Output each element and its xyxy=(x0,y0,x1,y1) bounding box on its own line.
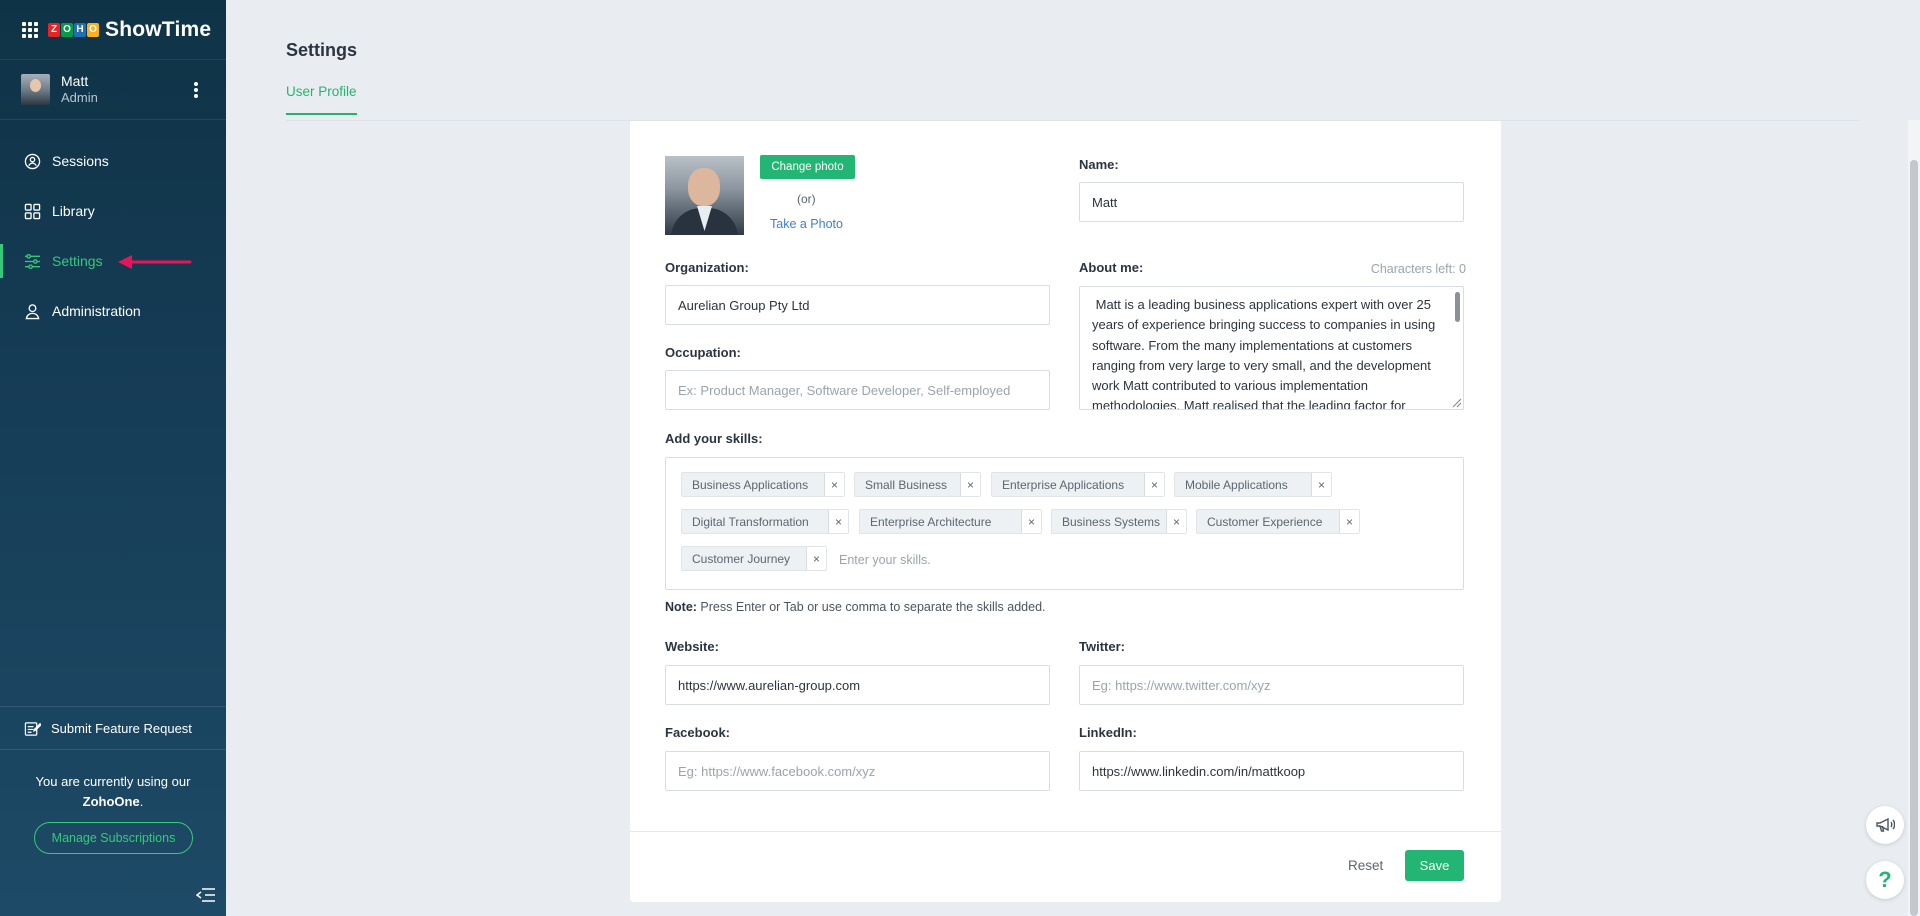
change-photo-button[interactable]: Change photo xyxy=(760,155,855,179)
more-options-icon[interactable] xyxy=(194,82,198,98)
tab-user-profile[interactable]: User Profile xyxy=(286,84,357,115)
resize-handle-icon[interactable] xyxy=(1450,396,1462,408)
brand-bar: Z O H O ShowTime xyxy=(0,0,226,60)
remove-skill-icon[interactable]: × xyxy=(960,473,980,496)
skills-input[interactable]: Business Applications × Small Business × E… xyxy=(665,457,1464,590)
skill-chip: Customer Journey × xyxy=(681,546,827,571)
annotation-arrow xyxy=(118,255,192,269)
remove-skill-icon[interactable]: × xyxy=(828,510,848,533)
user-admin-icon xyxy=(25,303,40,319)
sessions-icon xyxy=(24,153,41,169)
zoho-logo: Z O H O xyxy=(48,22,99,37)
skills-placeholder[interactable]: Enter your skills. xyxy=(839,553,931,567)
help-icon[interactable]: ? xyxy=(1866,861,1904,899)
remove-skill-icon[interactable]: × xyxy=(1166,510,1186,533)
twitter-label: Twitter: xyxy=(1079,639,1125,654)
or-text: (or) xyxy=(797,192,816,206)
remove-skill-icon[interactable]: × xyxy=(1144,473,1164,496)
skills-note: Note: Press Enter or Tab or use comma to… xyxy=(665,600,1046,614)
remove-skill-icon[interactable]: × xyxy=(824,473,844,496)
skill-chip: Customer Experience × xyxy=(1196,509,1360,534)
website-label: Website: xyxy=(665,639,719,654)
occupation-label: Occupation: xyxy=(665,345,741,360)
linkedin-field[interactable]: https://www.linkedin.com/in/mattkoop xyxy=(1079,751,1464,791)
reset-button[interactable]: Reset xyxy=(1348,858,1383,873)
library-icon xyxy=(24,203,41,219)
take-photo-link[interactable]: Take a Photo xyxy=(770,217,843,231)
app-grid-icon[interactable] xyxy=(22,21,38,38)
skills-label: Add your skills: xyxy=(665,431,763,446)
plan-prefix: You are currently using our xyxy=(35,774,191,789)
sidebar-item-label: Sessions xyxy=(52,153,109,169)
twitter-field[interactable]: Eg: https://www.twitter.com/xyz xyxy=(1079,665,1464,705)
sidebar-nav: Sessions Library Settings Administration xyxy=(0,136,226,336)
remove-skill-icon[interactable]: × xyxy=(1339,510,1359,533)
brand-name: ShowTime xyxy=(105,17,212,41)
sidebar-item-label: Library xyxy=(52,203,95,219)
remove-skill-icon[interactable]: × xyxy=(806,547,826,570)
user-name: Matt xyxy=(61,73,89,89)
collapse-sidebar-icon[interactable] xyxy=(196,888,216,902)
save-button[interactable]: Save xyxy=(1405,850,1464,881)
card-footer-divider xyxy=(630,831,1501,832)
skill-chip: Business Applications × xyxy=(681,472,845,497)
announcement-icon[interactable] xyxy=(1866,806,1904,844)
facebook-label: Facebook: xyxy=(665,725,731,740)
profile-card: Change photo (or) Take a Photo Name: Mat… xyxy=(630,121,1501,902)
name-label: Name: xyxy=(1079,157,1119,172)
profile-photo xyxy=(665,156,744,235)
facebook-field[interactable]: Eg: https://www.facebook.com/xyz xyxy=(665,751,1050,791)
website-field[interactable]: https://www.aurelian-group.com xyxy=(665,665,1050,705)
linkedin-label: LinkedIn: xyxy=(1079,725,1137,740)
skill-chip: Mobile Applications × xyxy=(1174,472,1332,497)
organization-label: Organization: xyxy=(665,260,749,275)
skill-chip: Enterprise Architecture × xyxy=(859,509,1042,534)
name-field[interactable]: Matt xyxy=(1079,182,1464,222)
user-role: Admin xyxy=(61,90,98,105)
manage-subscriptions-button[interactable]: Manage Subscriptions xyxy=(34,822,193,854)
sidebar-item-label: Settings xyxy=(52,253,103,269)
remove-skill-icon[interactable]: × xyxy=(1021,510,1041,533)
skill-chip: Enterprise Applications × xyxy=(991,472,1165,497)
sidebar: Z O H O ShowTime Matt Admin Sessions Lib… xyxy=(0,0,226,916)
about-me-label: About me: xyxy=(1079,260,1144,275)
organization-field[interactable]: Aurelian Group Pty Ltd xyxy=(665,285,1050,325)
settings-sliders-icon xyxy=(24,253,41,269)
remove-skill-icon[interactable]: × xyxy=(1311,473,1331,496)
characters-left: Characters left: 0 xyxy=(1370,262,1466,276)
feature-request-label: Submit Feature Request xyxy=(51,720,192,736)
plan-name: ZohoOne xyxy=(82,794,140,809)
submit-feature-request[interactable]: Submit Feature Request xyxy=(0,706,226,750)
textarea-scrollbar[interactable] xyxy=(1455,292,1460,322)
plan-info: You are currently using our ZohoOne. xyxy=(0,772,226,812)
skill-chip: Business Systems × xyxy=(1051,509,1187,534)
about-me-textarea[interactable]: Matt is a leading business applications … xyxy=(1079,286,1464,410)
skill-chip: Digital Transformation × xyxy=(681,509,849,534)
skill-chip: Small Business × xyxy=(854,472,981,497)
sidebar-item-library[interactable]: Library xyxy=(0,186,226,236)
occupation-field[interactable]: Ex: Product Manager, Software Developer,… xyxy=(665,370,1050,410)
user-card[interactable]: Matt Admin xyxy=(0,60,226,120)
avatar xyxy=(21,74,50,105)
sidebar-item-settings[interactable]: Settings xyxy=(0,236,226,286)
sidebar-item-administration[interactable]: Administration xyxy=(0,286,226,336)
page-scrollbar[interactable] xyxy=(1908,120,1920,916)
feature-request-icon xyxy=(24,721,41,736)
sidebar-item-label: Administration xyxy=(52,303,141,319)
sidebar-item-sessions[interactable]: Sessions xyxy=(0,136,226,186)
page-title: Settings xyxy=(286,40,358,60)
